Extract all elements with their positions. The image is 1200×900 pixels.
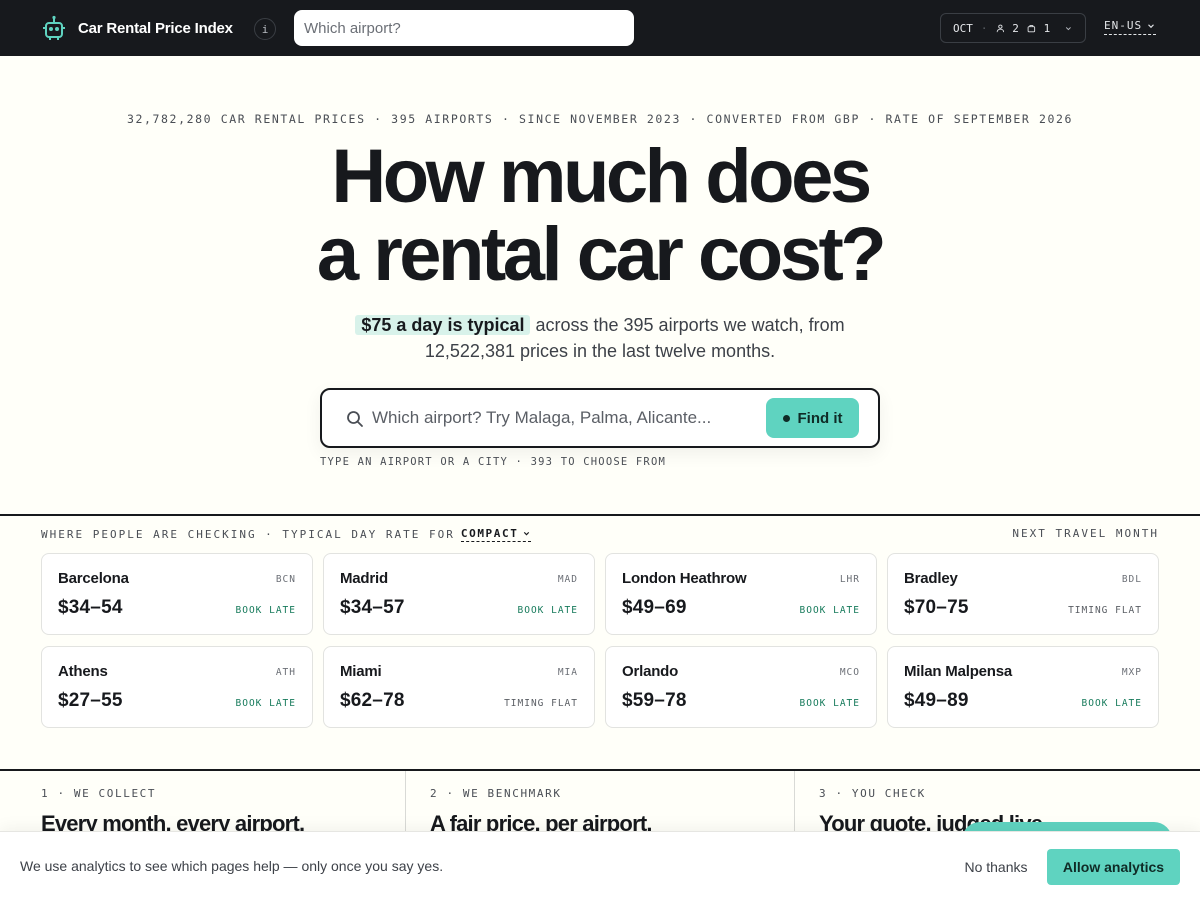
airport-code: ATH — [275, 667, 296, 678]
airport-name: Orlando — [622, 663, 679, 680]
airport-code: LHR — [839, 574, 860, 585]
airport-price-range: $70–75 — [904, 597, 969, 618]
main-search-input[interactable] — [372, 402, 752, 434]
airport-code: MCO — [839, 667, 860, 678]
trip-separator: · — [980, 21, 988, 35]
timing-tag: BOOK LATE — [799, 605, 860, 616]
airport-name: Bradley — [904, 570, 958, 587]
hero-subtitle-text-1: across the 395 airports we watch, from — [530, 315, 845, 335]
cookie-banner: We use analytics to see which pages help… — [0, 831, 1200, 900]
airport-card[interactable]: London Heathrow LHR $49–69 BOOK LATE — [605, 553, 877, 635]
car-class-dropdown[interactable]: COMPACT — [460, 527, 532, 542]
airport-name: Milan Malpensa — [904, 663, 1013, 680]
airport-card[interactable]: Bradley BDL $70–75 TIMING FLAT — [887, 553, 1159, 635]
airport-code: BDL — [1121, 574, 1142, 585]
page-title-line-2: a rental car cost? — [316, 212, 887, 297]
allow-analytics-button[interactable]: Allow analytics — [1047, 849, 1180, 885]
timing-tag: BOOK LATE — [517, 605, 578, 616]
page-title-line-1: How much does — [331, 134, 872, 219]
hero-subtitle: $75 a day is typical across the 395 airp… — [0, 312, 1200, 364]
no-thanks-button[interactable]: No thanks — [948, 849, 1044, 885]
main-airport-search: Find it — [320, 388, 880, 448]
airport-price-range: $34–54 — [58, 597, 123, 618]
section-divider — [0, 514, 1200, 516]
airport-card[interactable]: Miami MIA $62–78 TIMING FLAT — [323, 646, 595, 728]
chevron-down-icon — [524, 531, 530, 536]
airport-card[interactable]: Madrid MAD $34–57 BOOK LATE — [323, 553, 595, 635]
chevron-down-icon — [1066, 26, 1072, 30]
info-button[interactable]: i — [254, 18, 276, 40]
airport-name: London Heathrow — [622, 570, 747, 587]
airport-name: Barcelona — [58, 570, 129, 587]
trip-month: OCT — [953, 21, 973, 35]
airport-price-range: $34–57 — [340, 597, 405, 618]
timing-tag: BOOK LATE — [235, 698, 296, 709]
airports-section-text: WHERE PEOPLE ARE CHECKING · TYPICAL DAY … — [41, 528, 455, 541]
airport-price-range: $59–78 — [622, 690, 687, 711]
typical-price-highlight: $75 a day is typical — [355, 315, 531, 335]
hero-subtitle-text-2: 12,522,381 prices in the last twelve mon… — [424, 341, 776, 361]
airport-card[interactable]: Barcelona BCN $34–54 BOOK LATE — [41, 553, 313, 635]
how-step-label: 3 · YOU CHECK — [819, 787, 926, 800]
timing-tag: TIMING FLAT — [1068, 605, 1142, 616]
airport-card[interactable]: Milan Malpensa MXP $49–89 BOOK LATE — [887, 646, 1159, 728]
trip-settings-dropdown[interactable]: OCT · 2 1 — [940, 13, 1086, 43]
page-title: How much does a rental car cost? — [0, 138, 1200, 294]
header-airport-search-input[interactable] — [294, 10, 634, 46]
timing-tag: BOOK LATE — [1081, 698, 1142, 709]
next-travel-month-label: NEXT TRAVEL MONTH — [1012, 527, 1159, 540]
how-step-label: 1 · WE COLLECT — [41, 787, 157, 800]
airport-price-range: $27–55 — [58, 690, 123, 711]
timing-tag: BOOK LATE — [799, 698, 860, 709]
bags-count: 1 — [1043, 21, 1051, 35]
airport-price-range: $62–78 — [340, 690, 405, 711]
airports-section-label: WHERE PEOPLE ARE CHECKING · TYPICAL DAY … — [41, 527, 532, 542]
stats-line: 32,782,280 CAR RENTAL PRICES · 395 AIRPO… — [126, 112, 1074, 126]
robot-logo-icon — [43, 15, 65, 40]
brand-name: Car Rental Price Index — [78, 19, 233, 37]
language-selector[interactable]: EN-US — [1104, 19, 1157, 35]
search-icon — [347, 411, 363, 427]
dot-icon — [782, 414, 790, 422]
travelers-count: 2 — [1012, 21, 1019, 35]
chevron-down-icon — [1148, 23, 1155, 28]
top-navigation-bar: Car Rental Price Index i OCT · 2 1 EN-US — [0, 0, 1200, 56]
airport-code: MAD — [557, 574, 578, 585]
search-hint: TYPE AN AIRPORT OR A CITY · 393 TO CHOOS… — [320, 456, 666, 468]
timing-tag: BOOK LATE — [235, 605, 296, 616]
airport-code: MXP — [1121, 667, 1142, 678]
airport-name: Miami — [340, 663, 382, 680]
person-icon — [996, 24, 1004, 32]
airport-price-range: $49–69 — [622, 597, 687, 618]
airport-name: Athens — [58, 663, 108, 680]
airport-name: Madrid — [340, 570, 388, 587]
cookie-text: We use analytics to see which pages help… — [20, 858, 444, 874]
airport-card[interactable]: Athens ATH $27–55 BOOK LATE — [41, 646, 313, 728]
language-label: EN-US — [1104, 19, 1143, 32]
how-step-label: 2 · WE BENCHMARK — [430, 787, 562, 800]
airport-code: MIA — [557, 667, 578, 678]
timing-tag: TIMING FLAT — [504, 698, 578, 709]
airport-card-grid: Barcelona BCN $34–54 BOOK LATE Madrid MAD $34–… — [41, 553, 1159, 728]
find-it-label: Find it — [797, 409, 843, 427]
car-class-label: COMPACT — [460, 527, 519, 540]
airport-price-range: $49–89 — [904, 690, 969, 711]
airport-code: BCN — [275, 574, 296, 585]
airport-card[interactable]: Orlando MCO $59–78 BOOK LATE — [605, 646, 877, 728]
find-it-button[interactable]: Find it — [766, 398, 859, 438]
bag-icon — [1027, 24, 1035, 32]
brand-link[interactable]: Car Rental Price Index — [40, 14, 233, 42]
